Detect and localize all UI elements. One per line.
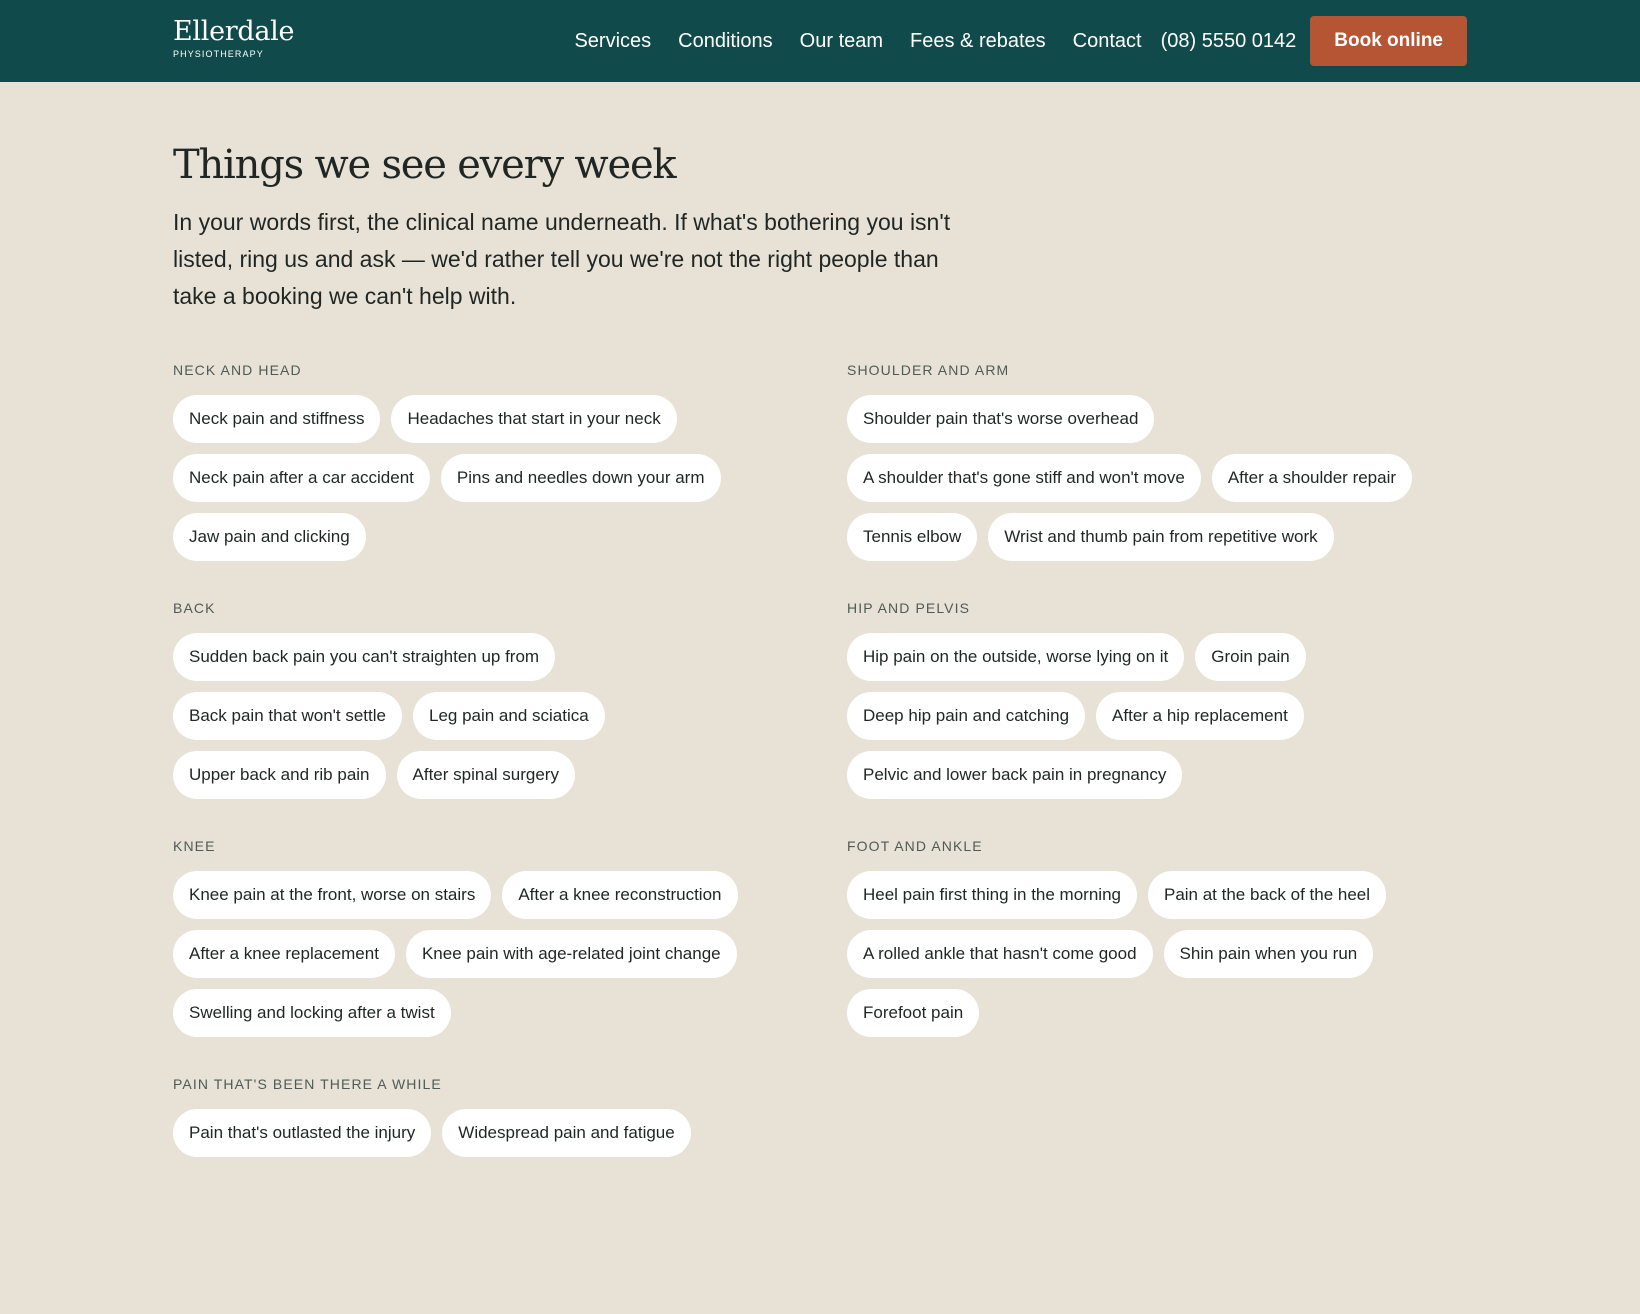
condition-chip[interactable]: After spinal surgery — [396, 751, 575, 799]
chip-list: Sudden back pain you can't straighten up… — [173, 633, 793, 799]
page-title: Things we see every week — [173, 142, 677, 188]
condition-chip[interactable]: Neck pain after a car accident — [173, 454, 430, 502]
group-heading: HIP AND PELVIS — [847, 600, 971, 616]
book-online-button[interactable]: Book online — [1310, 16, 1467, 66]
chip-list: Shoulder pain that's worse overhead A sh… — [847, 395, 1467, 561]
condition-chip[interactable]: Knee pain with age-related joint change — [405, 930, 737, 978]
condition-chip[interactable]: Tennis elbow — [847, 513, 978, 561]
group-hip-and-pelvis: HIP AND PELVIS Hip pain on the outside, … — [847, 600, 1467, 838]
group-neck-and-head: NECK AND HEAD Neck pain and stiffness He… — [173, 362, 847, 600]
condition-groups: NECK AND HEAD Neck pain and stiffness He… — [173, 362, 1467, 1314]
condition-chip[interactable]: Swelling and locking after a twist — [173, 989, 451, 1037]
group-heading: PAIN THAT'S BEEN THERE A WHILE — [173, 1076, 442, 1092]
nav-link-our-team[interactable]: Our team — [800, 30, 883, 53]
page-intro: In your words first, the clinical name u… — [173, 209, 951, 309]
chip-list: Knee pain at the front, worse on stairs … — [173, 871, 793, 1037]
condition-chip[interactable]: A rolled ankle that hasn't come good — [847, 930, 1153, 978]
main-content: Things we see every week In your words f… — [173, 82, 1467, 1157]
condition-chip[interactable]: Groin pain — [1195, 633, 1306, 681]
brand-subtitle: PHYSIOTHERAPY — [173, 49, 264, 59]
condition-chip[interactable]: After a knee reconstruction — [502, 871, 738, 919]
condition-chip[interactable]: After a hip replacement — [1096, 692, 1304, 740]
group-heading: NECK AND HEAD — [173, 362, 302, 378]
condition-chip[interactable]: Pain that's outlasted the injury — [173, 1109, 432, 1157]
chip-list: Neck pain and stiffness Headaches that s… — [173, 395, 793, 561]
brand-name: Ellerdale — [173, 16, 295, 47]
condition-chip[interactable]: Neck pain and stiffness — [173, 395, 381, 443]
condition-chip[interactable]: Pain at the back of the heel — [1147, 871, 1387, 919]
site-header: Ellerdale PHYSIOTHERAPY Services Conditi… — [0, 0, 1640, 82]
condition-chip[interactable]: Leg pain and sciatica — [412, 692, 605, 740]
condition-chip[interactable]: Wrist and thumb pain from repetitive wor… — [988, 513, 1334, 561]
group-heading: FOOT AND ANKLE — [847, 838, 983, 854]
condition-chip[interactable]: Widespread pain and fatigue — [442, 1109, 691, 1157]
phone-link[interactable]: (08) 5550 0142 — [1161, 30, 1297, 53]
group-shoulder-and-arm: SHOULDER AND ARM Shoulder pain that's wo… — [847, 362, 1467, 600]
group-heading: SHOULDER AND ARM — [847, 362, 1010, 378]
condition-chip[interactable]: A shoulder that's gone stiff and won't m… — [847, 454, 1201, 502]
group-knee: KNEE Knee pain at the front, worse on st… — [173, 838, 847, 1076]
group-back: BACK Sudden back pain you can't straight… — [173, 600, 847, 838]
condition-chip[interactable]: Headaches that start in your neck — [391, 395, 677, 443]
condition-chip[interactable]: Sudden back pain you can't straighten up… — [173, 633, 556, 681]
main-nav: Services Conditions Our team Fees & reba… — [574, 16, 1467, 66]
nav-link-fees-rebates[interactable]: Fees & rebates — [910, 30, 1046, 53]
group-foot-and-ankle: FOOT AND ANKLE Heel pain first thing in … — [847, 838, 1467, 1076]
group-heading: KNEE — [173, 838, 216, 854]
nav-link-contact[interactable]: Contact — [1073, 30, 1142, 53]
brand-logo[interactable]: Ellerdale PHYSIOTHERAPY — [173, 16, 294, 59]
condition-chip[interactable]: Shin pain when you run — [1163, 930, 1374, 978]
condition-chip[interactable]: Back pain that won't settle — [173, 692, 402, 740]
group-heading: BACK — [173, 600, 216, 616]
nav-link-conditions[interactable]: Conditions — [678, 30, 773, 53]
condition-chip[interactable]: Pins and needles down your arm — [440, 454, 721, 502]
condition-chip[interactable]: After a knee replacement — [173, 930, 395, 978]
condition-chip[interactable]: Heel pain first thing in the morning — [847, 871, 1137, 919]
condition-chip[interactable]: After a shoulder repair — [1211, 454, 1413, 502]
group-persistent-pain: PAIN THAT'S BEEN THERE A WHILE Pain that… — [173, 1076, 847, 1314]
condition-chip[interactable]: Jaw pain and clicking — [173, 513, 366, 561]
condition-chip[interactable]: Hip pain on the outside, worse lying on … — [847, 633, 1185, 681]
chip-list: Hip pain on the outside, worse lying on … — [847, 633, 1467, 799]
nav-link-services[interactable]: Services — [574, 30, 651, 53]
condition-chip[interactable]: Knee pain at the front, worse on stairs — [173, 871, 492, 919]
condition-chip[interactable]: Shoulder pain that's worse overhead — [847, 395, 1155, 443]
chip-list: Heel pain first thing in the morning Pai… — [847, 871, 1467, 1037]
chip-list: Pain that's outlasted the injury Widespr… — [173, 1109, 793, 1157]
condition-chip[interactable]: Upper back and rib pain — [173, 751, 386, 799]
condition-chip[interactable]: Forefoot pain — [847, 989, 980, 1037]
condition-chip[interactable]: Deep hip pain and catching — [847, 692, 1086, 740]
condition-chip[interactable]: Pelvic and lower back pain in pregnancy — [847, 751, 1183, 799]
